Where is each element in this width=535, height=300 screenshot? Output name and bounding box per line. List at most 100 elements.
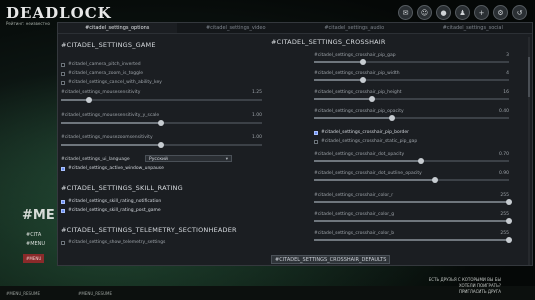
slider-label: #citadel_settings_crosshair_color_g [314, 212, 395, 217]
user-add-icon[interactable]: + [474, 5, 489, 20]
tab-options[interactable]: #citadel_settings_options [58, 23, 177, 33]
section-title-game: #CITADEL_SETTINGS_GAME [61, 41, 156, 49]
section-title-crosshair: #CITADEL_SETTINGS_CROSSHAIR [271, 38, 386, 46]
slider-knob[interactable] [506, 237, 512, 243]
slider-knob[interactable] [506, 218, 512, 224]
checkbox[interactable] [61, 208, 65, 213]
check-camera-pitch[interactable]: #citadel_camera_pitch_inverted [61, 62, 141, 67]
slider-value: 1.00 [251, 113, 262, 118]
slider-value: 255 [500, 231, 509, 236]
crosshair-defaults-button[interactable]: #CITADEL_SETTINGS_CROSSHAIR_DEFAULTS [271, 255, 391, 264]
section-title-telemetry: #CITADEL_SETTINGS_TELEMETRY_SECTIONHEADE… [61, 226, 237, 234]
slider-label: #citadel_settings_mousesensitivity [61, 90, 141, 95]
check-cancel-ability[interactable]: #citadel_settings_cancel_with_ability_ke… [61, 80, 162, 85]
slider-value: 255 [500, 212, 509, 217]
slider-knob[interactable] [158, 142, 164, 148]
checkbox[interactable] [314, 139, 318, 144]
slider-knob[interactable] [389, 115, 395, 121]
check-label: #citadel_camera_zoom_is_toggle [68, 71, 143, 76]
crosshair-dot-outline-opacity-slider[interactable] [314, 177, 509, 183]
crosshair-color-r-slider[interactable] [314, 199, 512, 205]
settings-icon[interactable]: ⚙ [493, 5, 508, 20]
checkbox[interactable] [61, 166, 65, 171]
invite-friend-panel[interactable]: ЕСТЬ ДРУЗЬЯ С КОТОРЫМИ ВЫ БЫ ХОТЕЛИ ПОИГ… [429, 277, 501, 295]
check-camera-zoom[interactable]: #citadel_camera_zoom_is_toggle [61, 71, 143, 76]
people-icon[interactable]: ☺ [417, 5, 432, 20]
slider-label: #citadel_settings_crosshair_pip_gap [314, 53, 396, 58]
slider-label: #citadel_settings_mousesensitivity_y_sca… [61, 113, 160, 118]
crosshair-pip-opacity-slider[interactable] [314, 115, 509, 121]
check-label: #citadel_settings_cancel_with_ability_ke… [68, 80, 162, 85]
invite-link[interactable]: ПРИГЛАСИТЬ ДРУГА [429, 289, 501, 295]
slider-value: 255 [500, 193, 509, 198]
background-line: #CITA [26, 232, 42, 238]
crosshair-pip-gap-slider[interactable] [314, 59, 509, 65]
user-icon[interactable]: ● [436, 5, 451, 20]
slider-label: #citadel_settings_mousezoomsensitivity [61, 135, 153, 140]
slider-knob[interactable] [432, 177, 438, 183]
back-arrow-icon[interactable]: ↺ [512, 5, 527, 20]
slider-value: 16 [503, 90, 509, 95]
background-line: #MENU [26, 241, 46, 247]
slider-fill [61, 144, 161, 146]
check-label: #citadel_camera_pitch_inverted [68, 62, 141, 67]
crosshair-pip-width-slider[interactable] [314, 77, 509, 83]
tab-video[interactable]: #citadel_settings_video [177, 23, 296, 33]
check-label: #citadel_settings_crosshair_static_pip_g… [321, 139, 418, 144]
checkbox[interactable] [61, 240, 65, 245]
slider-fill [314, 160, 421, 162]
slider-fill [314, 201, 509, 203]
check-skill-rating-post-game[interactable]: #citadel_settings_skill_rating_post_game [61, 208, 161, 213]
crosshair-pip-height-slider[interactable] [314, 96, 509, 102]
check-skill-rating-notification[interactable]: #citadel_settings_skill_rating_notificat… [61, 199, 161, 204]
slider-knob[interactable] [369, 96, 375, 102]
slider-knob[interactable] [360, 77, 366, 83]
check-label: #citadel_settings_skill_rating_notificat… [68, 199, 162, 204]
check-crosshair-pip-border[interactable]: #citadel_settings_crosshair_pip_border [314, 130, 409, 135]
check-label: #citadel_settings_crosshair_pip_border [321, 130, 410, 135]
slider-fill [314, 239, 509, 241]
check-show-telemetry[interactable]: #citadel_settings_show_telemetry_setting… [61, 240, 165, 245]
tab-audio[interactable]: #citadel_settings_audio [295, 23, 414, 33]
crosshair-color-b-slider[interactable] [314, 237, 512, 243]
background-red-badge[interactable]: #MENU [23, 254, 45, 263]
checkbox[interactable] [61, 199, 65, 204]
slider-knob[interactable] [86, 97, 92, 103]
slider-knob[interactable] [158, 120, 164, 126]
tab-social[interactable]: #citadel_settings_social [414, 23, 533, 33]
crosshair-dot-opacity-slider[interactable] [314, 158, 509, 164]
checkbox[interactable] [314, 130, 318, 135]
scrollbar-thumb[interactable] [528, 57, 530, 97]
top-icon-bar: ✉ ☺ ● ♟ + ⚙ ↺ [398, 5, 527, 20]
person-icon[interactable]: ♟ [455, 5, 470, 20]
slider-fill [314, 61, 363, 63]
mouse-sensitivity-slider[interactable] [61, 97, 262, 103]
crosshair-color-g-slider[interactable] [314, 218, 512, 224]
chevron-down-icon: ▾ [225, 157, 228, 162]
language-selected-value: Русский [149, 157, 168, 162]
slider-label: #citadel_settings_crosshair_color_b [314, 231, 395, 236]
slider-knob[interactable] [418, 158, 424, 164]
settings-tabs: #citadel_settings_options #citadel_setti… [58, 23, 532, 34]
slider-fill [61, 99, 89, 101]
slider-fill [314, 79, 363, 81]
mouse-zoom-sensitivity-slider[interactable] [61, 142, 262, 148]
chat-icon[interactable]: ✉ [398, 5, 413, 20]
language-select[interactable]: Русский ▾ [145, 155, 232, 162]
settings-scrollbar[interactable] [528, 37, 530, 265]
slider-knob[interactable] [506, 199, 512, 205]
slider-label: #citadel_settings_crosshair_dot_opacity [314, 152, 405, 157]
checkbox[interactable] [61, 62, 65, 67]
slider-value: 3 [506, 53, 509, 58]
checkbox[interactable] [61, 80, 65, 85]
rank-subtitle: Рейтинг: неизвестно [6, 21, 50, 26]
check-crosshair-static-gap[interactable]: #citadel_settings_crosshair_static_pip_g… [314, 139, 417, 144]
slider-fill [314, 117, 392, 119]
slider-knob[interactable] [360, 59, 366, 65]
bottom-hint: #MENU_RESUME [78, 291, 113, 296]
slider-value: 0.40 [498, 109, 509, 114]
checkbox[interactable] [61, 71, 65, 76]
mouse-y-scale-slider[interactable] [61, 120, 262, 126]
check-active-window-unpause[interactable]: #citadel_settings_active_window_unpause [61, 166, 164, 171]
slider-label: #citadel_settings_crosshair_pip_width [314, 71, 400, 76]
